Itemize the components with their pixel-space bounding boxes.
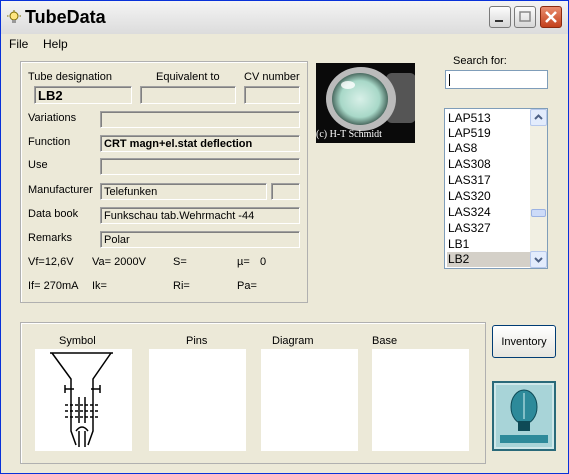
use-label: Use	[28, 159, 48, 171]
pins-label: Pins	[186, 335, 208, 347]
search-label: Search for:	[453, 55, 507, 67]
cv-number-field[interactable]	[244, 86, 300, 104]
equivalent-field[interactable]	[140, 86, 236, 104]
databook-field[interactable]: Funkschau tab.Wehrmacht -44	[100, 207, 300, 224]
chevron-down-icon	[534, 257, 543, 263]
cv-number-label: CV number	[244, 71, 300, 83]
param-s: S=	[173, 256, 187, 268]
inventory-button[interactable]: Inventory	[492, 325, 556, 358]
param-vf: Vf=12,6V	[28, 256, 74, 268]
use-field[interactable]	[100, 158, 300, 175]
bulb-icon	[7, 10, 21, 23]
tube-logo-icon	[492, 381, 556, 451]
tube-photo: (c) H-T Schmidt	[316, 63, 415, 143]
scroll-thumb[interactable]	[531, 209, 546, 217]
app-logo	[492, 381, 556, 451]
symbol-box	[35, 349, 132, 451]
menu-bar: File Help	[1, 34, 568, 53]
base-label: Base	[372, 335, 398, 347]
base-box	[372, 349, 469, 451]
manufacturer-label: Manufacturer	[28, 184, 93, 196]
manufacturer-field[interactable]: Telefunken	[100, 183, 267, 200]
tube-designation-label: Tube designation	[28, 71, 112, 83]
param-if: If= 270mA	[28, 280, 79, 292]
function-label: Function	[28, 136, 71, 148]
tube-list[interactable]: LAP513 LAP519 LAS8 LAS308 LAS317 LAS320 …	[444, 108, 548, 269]
list-item[interactable]: LAP513	[447, 111, 532, 126]
menu-help[interactable]: Help	[43, 37, 68, 51]
menu-file[interactable]: File	[9, 37, 28, 51]
list-item[interactable]: LAS327	[447, 221, 532, 236]
diagram-label: Diagram	[272, 335, 314, 347]
minimize-button[interactable]	[489, 6, 511, 28]
param-va: Va= 2000V	[92, 256, 146, 268]
list-item[interactable]: LAS324	[447, 205, 532, 220]
minimize-icon	[495, 20, 503, 22]
close-icon	[545, 11, 557, 23]
param-mu-value: 0	[260, 256, 267, 268]
param-ik: Ik=	[92, 280, 107, 292]
chevron-up-icon	[534, 114, 543, 120]
variations-field[interactable]	[100, 111, 300, 128]
function-field[interactable]: CRT magn+el.stat deflection	[100, 135, 300, 152]
crt-symbol	[50, 352, 113, 447]
diagram-box	[261, 349, 358, 451]
list-item[interactable]: LAS8	[447, 141, 532, 156]
pins-box	[149, 349, 246, 451]
tube-designation-field[interactable]: LB2	[34, 86, 132, 104]
symbol-label: Symbol	[59, 335, 96, 347]
list-item[interactable]: LAS317	[447, 173, 532, 188]
param-pa: Pa=	[237, 280, 257, 292]
maximize-icon	[519, 11, 531, 22]
list-item[interactable]: LB1	[447, 237, 532, 252]
scroll-down-button[interactable]	[530, 251, 547, 268]
list-item[interactable]: LAS320	[447, 189, 532, 204]
photo-credit: (c) H-T Schmidt	[316, 129, 382, 140]
list-item-selected[interactable]: LB2	[447, 252, 532, 267]
scroll-up-button[interactable]	[530, 109, 547, 126]
remarks-label: Remarks	[28, 232, 73, 244]
window-title: TubeData	[25, 7, 106, 27]
close-button[interactable]	[540, 6, 562, 28]
variations-label: Variations	[28, 112, 77, 124]
databook-label: Data book	[28, 208, 79, 220]
search-input[interactable]	[445, 70, 548, 89]
equivalent-label: Equivalent to	[156, 71, 220, 83]
main-window: TubeData File Help Tube designation Equi…	[0, 0, 569, 474]
text-cursor	[449, 74, 450, 86]
title-bar[interactable]: TubeData	[1, 1, 568, 35]
list-scrollbar[interactable]	[530, 109, 547, 268]
param-mu: µ=	[237, 256, 250, 268]
maximize-button[interactable]	[514, 6, 536, 28]
list-item[interactable]: LAS308	[447, 157, 532, 172]
param-ri: Ri=	[173, 280, 190, 292]
manufacturer-extra-field[interactable]	[271, 183, 300, 200]
list-item[interactable]: LAP519	[447, 126, 532, 141]
remarks-field[interactable]: Polar	[100, 231, 300, 248]
